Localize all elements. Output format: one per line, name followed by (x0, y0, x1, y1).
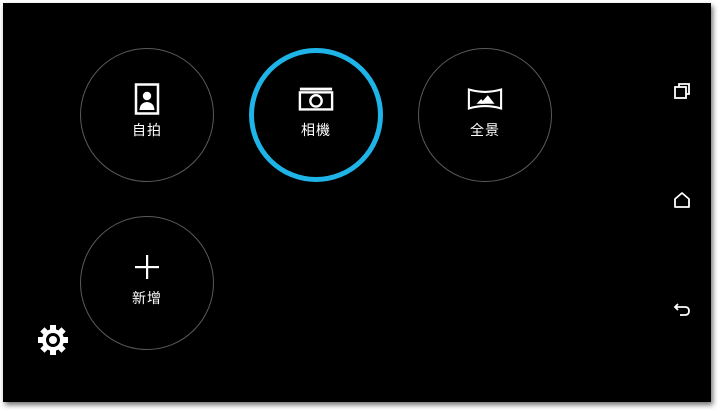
panorama-icon (467, 84, 503, 114)
mode-panorama-button[interactable]: 全景 (418, 48, 552, 182)
mode-camera-label: 相機 (301, 123, 331, 139)
mode-add-label: 新增 (132, 291, 162, 307)
home-button[interactable] (667, 185, 697, 215)
mode-panorama-label: 全景 (470, 123, 500, 139)
mode-selfie-label: 自拍 (132, 123, 162, 139)
plus-icon (129, 252, 165, 282)
selfie-portrait-icon (129, 83, 165, 115)
camera-mode-screen: 自拍 相機 全景 新增 (3, 3, 711, 402)
home-icon (674, 192, 690, 208)
back-icon (673, 303, 690, 316)
gear-icon (38, 325, 68, 355)
recent-apps-icon (674, 83, 690, 99)
recent-apps-button[interactable] (667, 76, 697, 106)
mode-selfie-button[interactable]: 自拍 (80, 48, 214, 182)
settings-gear-button[interactable] (36, 323, 70, 357)
mode-camera-button[interactable]: 相機 (249, 48, 383, 182)
camera-icon (298, 84, 334, 114)
back-button[interactable] (667, 294, 697, 324)
mode-add-button[interactable]: 新增 (80, 216, 214, 350)
